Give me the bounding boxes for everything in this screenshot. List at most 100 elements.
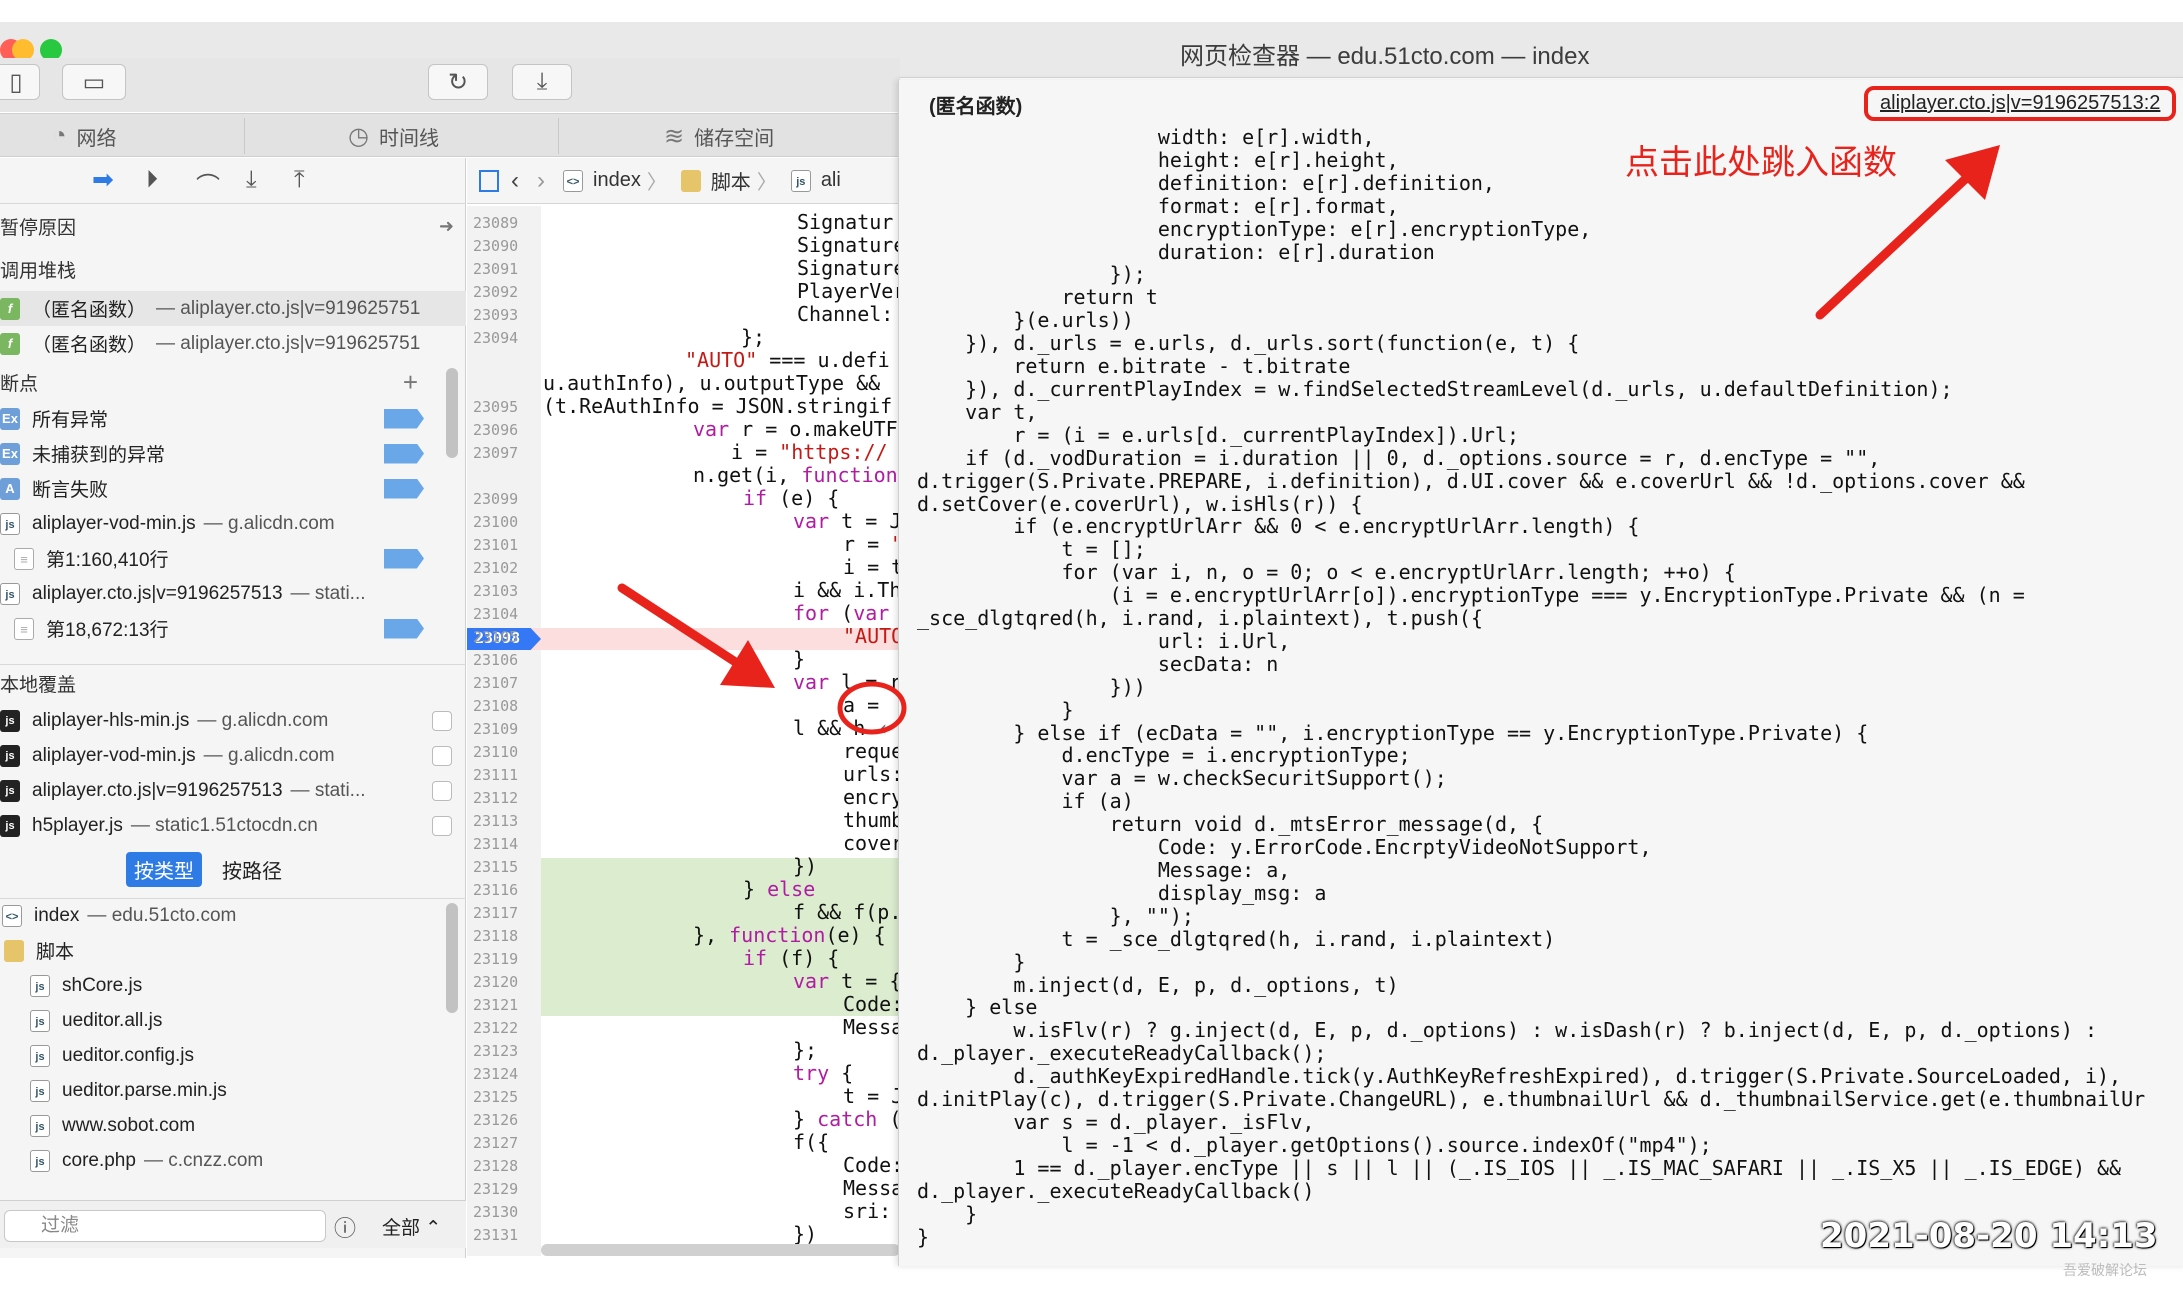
back-icon[interactable]: ‹ bbox=[511, 167, 519, 195]
function-location-link[interactable]: aliplayer.cto.js|v=9196257513:2 bbox=[1864, 86, 2177, 121]
override-item[interactable]: js aliplayer-vod-min.js — g.alicdn.com bbox=[0, 738, 466, 773]
reload-button[interactable]: ↻ bbox=[428, 64, 488, 100]
resource-folder[interactable]: 脚本 bbox=[0, 933, 466, 968]
call-stack-frame[interactable]: f （匿名函数） — aliplayer.cto.js|v=919625751 bbox=[0, 326, 466, 361]
step-out-icon[interactable]: ⤒ bbox=[294, 166, 305, 194]
horizontal-scrollbar[interactable] bbox=[541, 1244, 900, 1256]
forward-icon[interactable]: › bbox=[537, 167, 545, 195]
breakpoint-file[interactable]: js aliplayer.cto.js|v=9196257513 — stati… bbox=[0, 576, 466, 611]
line-number[interactable]: 23109 bbox=[473, 720, 518, 738]
group-by-path-button[interactable]: 按路径 bbox=[218, 852, 286, 887]
line-number[interactable]: 23126 bbox=[473, 1111, 518, 1129]
breakpoint-flag-icon[interactable] bbox=[384, 618, 424, 639]
line-number[interactable]: 23111 bbox=[473, 766, 518, 784]
breakpoints-toggle-icon[interactable]: ➡ bbox=[92, 164, 114, 195]
sidebar-toggle-icon[interactable] bbox=[479, 169, 499, 192]
line-number[interactable]: 23117 bbox=[473, 904, 518, 922]
line-number[interactable]: 23124 bbox=[473, 1065, 518, 1083]
line-number[interactable]: 23120 bbox=[473, 973, 518, 991]
filter-input[interactable]: 过滤 bbox=[4, 1210, 326, 1242]
resource-item[interactable]: js ueditor.config.js bbox=[0, 1038, 466, 1073]
breakpoint-flag-icon[interactable] bbox=[384, 478, 424, 499]
tab-network[interactable]: ◔ 网络 bbox=[52, 114, 117, 158]
line-number[interactable]: 23113 bbox=[473, 812, 518, 830]
tab-timeline[interactable]: ◷ 时间线 bbox=[348, 114, 439, 158]
line-number[interactable]: 23104 bbox=[473, 605, 518, 623]
scrollbar[interactable] bbox=[446, 903, 458, 1013]
resource-item[interactable]: <> index — edu.51cto.com bbox=[0, 898, 466, 933]
filter-scope-select[interactable]: 全部 ⌃ bbox=[382, 1213, 441, 1240]
line-number[interactable]: 23130 bbox=[473, 1203, 518, 1221]
line-number[interactable]: 23107 bbox=[473, 674, 518, 692]
line-number[interactable]: 23123 bbox=[473, 1042, 518, 1060]
line-number[interactable]: 23101 bbox=[473, 536, 518, 554]
line-number[interactable]: 23125 bbox=[473, 1088, 518, 1106]
layout-toggle-button[interactable]: ▭ bbox=[62, 64, 126, 100]
step-over-icon[interactable]: ⌒ bbox=[196, 166, 220, 201]
breakpoint-item[interactable]: ≡ 第1:160,410行 bbox=[0, 541, 466, 576]
override-item[interactable]: js aliplayer.cto.js|v=9196257513 — stati… bbox=[0, 773, 466, 808]
line-number[interactable]: 23115 bbox=[473, 858, 518, 876]
override-item[interactable]: js aliplayer-hls-min.js — g.alicdn.com bbox=[0, 703, 466, 738]
line-number[interactable]: 23106 bbox=[473, 651, 518, 669]
override-checkbox[interactable] bbox=[432, 745, 452, 766]
download-button[interactable]: ⤓ bbox=[512, 64, 572, 100]
breadcrumb-item[interactable]: <> index 〉 bbox=[563, 166, 667, 195]
tab-storage[interactable]: ≋ 储存空间 bbox=[664, 114, 774, 158]
resource-item[interactable]: js ueditor.parse.min.js bbox=[0, 1073, 466, 1108]
line-number[interactable]: 23103 bbox=[473, 582, 518, 600]
breadcrumb-item[interactable]: 脚本〉 bbox=[680, 166, 777, 195]
breakpoint-item[interactable]: ≡ 第18,672:13行 bbox=[0, 611, 466, 646]
resource-item[interactable]: js www.sobot.com bbox=[0, 1108, 466, 1143]
override-item[interactable]: js h5player.js — static1.51ctocdn.cn bbox=[0, 808, 466, 843]
step-into-icon[interactable]: ⤓ bbox=[246, 166, 257, 194]
pause-reason-header[interactable]: 暂停原因 ➜ bbox=[0, 207, 466, 245]
line-number[interactable]: 23108 bbox=[473, 697, 518, 715]
line-number[interactable]: 23105 bbox=[473, 628, 518, 646]
line-number[interactable]: 23122 bbox=[473, 1019, 518, 1037]
line-number[interactable]: 23128 bbox=[473, 1157, 518, 1175]
line-number[interactable]: 23091 bbox=[473, 260, 518, 278]
line-number[interactable]: 23121 bbox=[473, 996, 518, 1014]
breadcrumb-item[interactable]: js ali bbox=[790, 169, 841, 192]
line-number[interactable]: 23127 bbox=[473, 1134, 518, 1152]
line-number[interactable]: 23118 bbox=[473, 927, 518, 945]
line-number[interactable]: 23116 bbox=[473, 881, 518, 899]
override-checkbox[interactable] bbox=[432, 815, 452, 836]
breakpoint-item[interactable]: A 断言失败 bbox=[0, 471, 466, 506]
breakpoint-flag-icon[interactable] bbox=[384, 548, 424, 569]
add-breakpoint-icon[interactable]: + bbox=[403, 367, 418, 398]
resource-item[interactable]: js core.php — c.cnzz.com bbox=[0, 1143, 466, 1178]
breakpoint-flag-icon[interactable] bbox=[384, 408, 424, 429]
resource-item[interactable]: js shCore.js bbox=[0, 968, 466, 1003]
resume-icon[interactable]: ⏵ bbox=[146, 166, 158, 194]
line-number[interactable]: 23094 bbox=[473, 329, 518, 347]
override-checkbox[interactable] bbox=[432, 710, 452, 731]
line-number[interactable]: 23129 bbox=[473, 1180, 518, 1198]
override-checkbox[interactable] bbox=[432, 780, 452, 801]
line-number[interactable]: 23092 bbox=[473, 283, 518, 301]
line-number[interactable]: 23110 bbox=[473, 743, 518, 761]
group-by-type-button[interactable]: 按类型 bbox=[126, 852, 202, 887]
line-number[interactable]: 23131 bbox=[473, 1226, 518, 1244]
breakpoint-item[interactable]: Ex 未捕获到的异常 bbox=[0, 436, 466, 471]
line-number[interactable]: 23112 bbox=[473, 789, 518, 807]
line-number[interactable]: 23100 bbox=[473, 513, 518, 531]
arrow-circle-icon[interactable]: ➜ bbox=[439, 216, 454, 237]
resource-item[interactable]: js ueditor.all.js bbox=[0, 1003, 466, 1038]
line-number[interactable]: 23089 bbox=[473, 214, 518, 232]
scrollbar[interactable] bbox=[446, 368, 458, 458]
line-number[interactable]: 23097 bbox=[473, 444, 518, 462]
sidebar-toggle-button[interactable]: ▯ bbox=[0, 64, 40, 100]
line-number[interactable]: 23090 bbox=[473, 237, 518, 255]
line-number[interactable]: 23095 bbox=[473, 398, 518, 416]
breakpoint-item[interactable]: Ex 所有异常 bbox=[0, 401, 466, 436]
call-stack-frame[interactable]: f （匿名函数） — aliplayer.cto.js|v=919625751 bbox=[0, 291, 466, 326]
line-number[interactable]: 23114 bbox=[473, 835, 518, 853]
line-number[interactable]: 23099 bbox=[473, 490, 518, 508]
line-number[interactable]: 23102 bbox=[473, 559, 518, 577]
breakpoint-flag-icon[interactable] bbox=[384, 443, 424, 464]
breakpoint-file[interactable]: js aliplayer-vod-min.js — g.alicdn.com bbox=[0, 506, 466, 541]
line-number[interactable]: 23096 bbox=[473, 421, 518, 439]
info-icon[interactable]: ⓘ bbox=[334, 1211, 356, 1243]
